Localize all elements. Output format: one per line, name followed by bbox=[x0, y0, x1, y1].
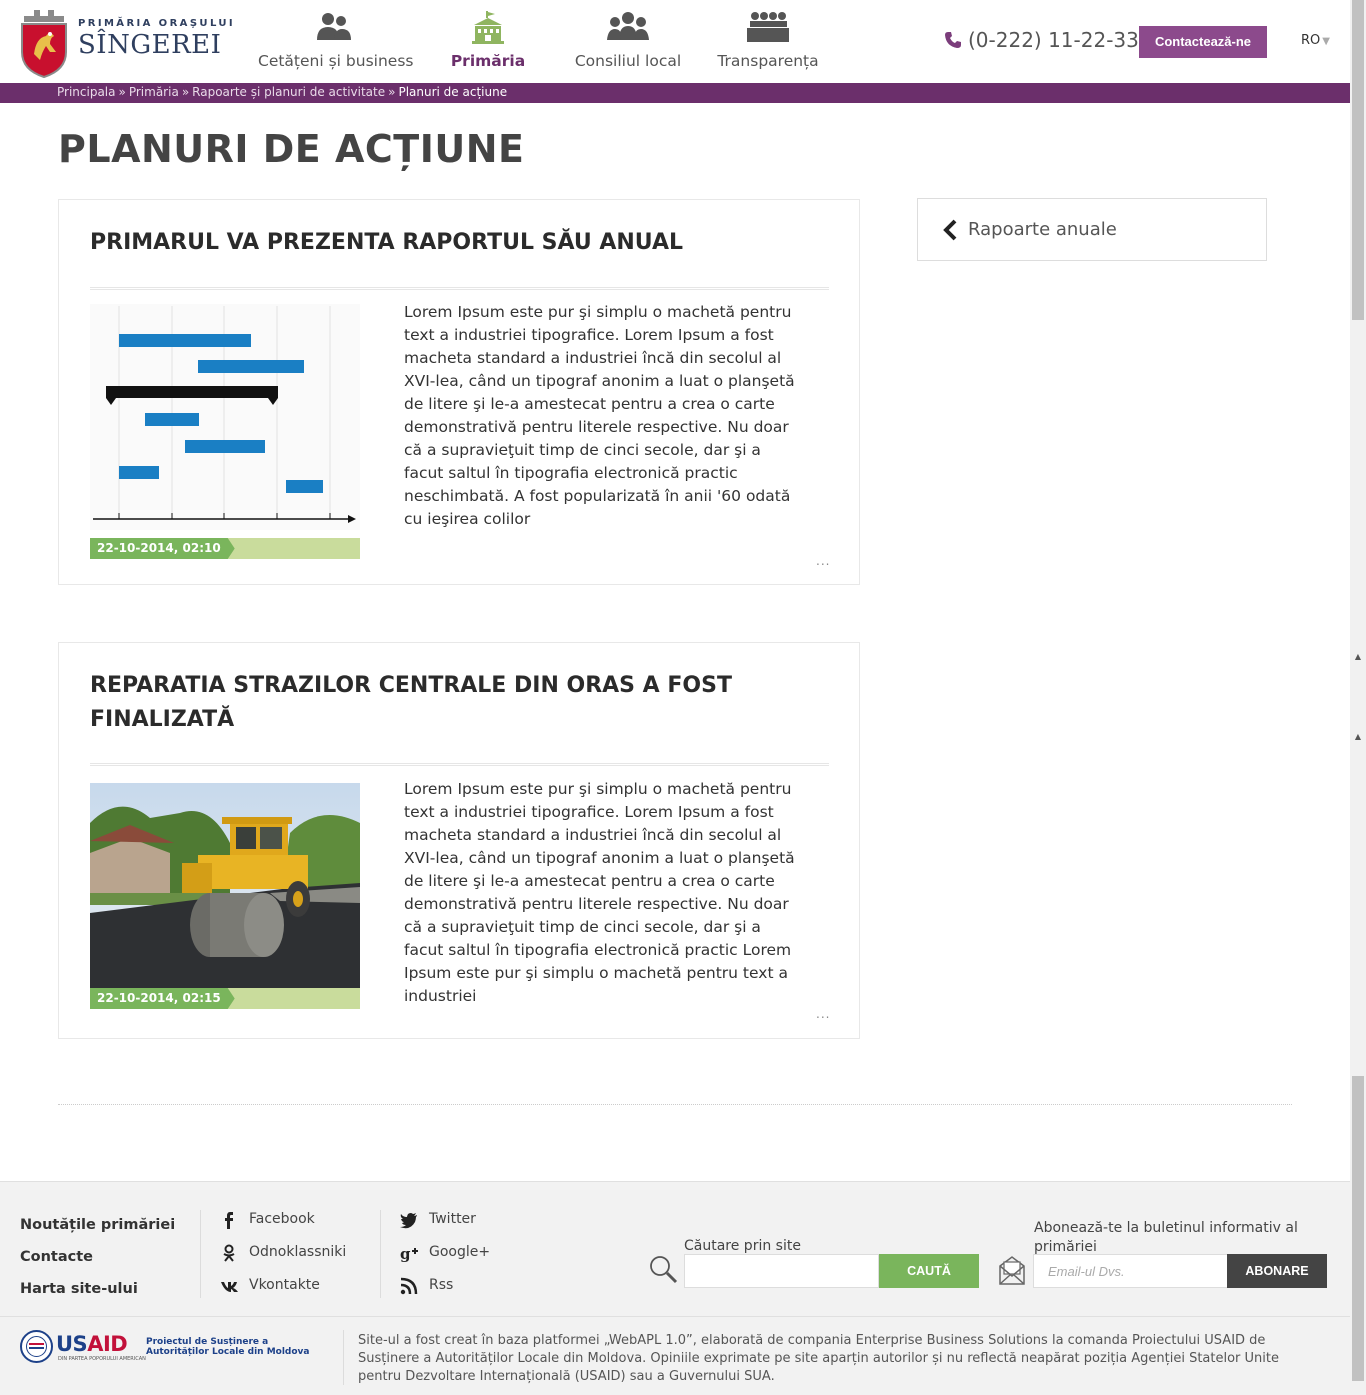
footer-link-contacts[interactable]: Contacte bbox=[20, 1249, 93, 1265]
footer-link-news[interactable]: Noutățile primăriei bbox=[20, 1217, 175, 1233]
social-label: Facebook bbox=[249, 1211, 315, 1227]
site-footer: Noutățile primăriei Contacte Harta site-… bbox=[0, 1181, 1350, 1395]
page-scrollbar[interactable]: ▲ ▲ bbox=[1350, 0, 1366, 1395]
article-excerpt: Lorem Ipsum este pur şi simplu o machetă… bbox=[404, 780, 795, 1005]
breadcrumb-bar: Principala» Primăria» Rapoarte și planuri … bbox=[0, 83, 1350, 103]
usaid-project-name: Proiectul de Susținere a Autorităților L… bbox=[146, 1337, 310, 1357]
gantt-chart-image[interactable] bbox=[90, 304, 360, 530]
breadcrumb-separator: » bbox=[388, 85, 396, 99]
footer-divider bbox=[380, 1210, 381, 1298]
footer-divider bbox=[200, 1210, 201, 1298]
twitter-icon bbox=[400, 1213, 417, 1229]
sidebar-back-label: Rapoarte anuale bbox=[968, 219, 1117, 240]
language-code: RO bbox=[1301, 33, 1321, 48]
phone-text: (0-222) 11-22-33 bbox=[968, 28, 1139, 52]
nav-label-primaria: Primăria bbox=[450, 52, 526, 70]
nav-item-primaria[interactable]: Primăria bbox=[444, 0, 532, 84]
chevron-left-icon bbox=[943, 219, 957, 241]
logo-city-name: SÎNGEREI bbox=[78, 30, 222, 60]
article-date-bar: 22-10-2014, 02:10 bbox=[90, 538, 360, 559]
article-card: PRIMARUL VA PREZENTA RAPORTUL SĂU ANUAL bbox=[58, 199, 860, 585]
social-label: Vkontakte bbox=[249, 1277, 320, 1293]
email-field[interactable] bbox=[1033, 1254, 1228, 1288]
road-roller-photo[interactable] bbox=[90, 783, 360, 988]
social-label: Rss bbox=[429, 1277, 454, 1293]
article-divider bbox=[90, 763, 829, 766]
article-excerpt: Lorem Ipsum este pur şi simplu o machetă… bbox=[404, 303, 795, 528]
scroll-up-icon[interactable]: ▲ bbox=[1353, 732, 1363, 742]
search-label: Căutare prin site bbox=[684, 1238, 801, 1254]
footer-link-sitemap[interactable]: Harta site-ului bbox=[20, 1281, 138, 1297]
footer-divider bbox=[343, 1330, 344, 1385]
scrollbar-thumb[interactable] bbox=[1352, 1076, 1364, 1381]
language-selector[interactable]: RO ▼ bbox=[1301, 33, 1330, 48]
nav-label-council: Consiliul local bbox=[574, 52, 682, 70]
nav-item-citizens[interactable]: Cetățeni și business bbox=[258, 0, 414, 84]
nav-item-transparency[interactable]: Transparența bbox=[712, 0, 824, 84]
content-divider bbox=[58, 1104, 1292, 1105]
article-card: REPARATIA STRAZILOR CENTRALE DIN ORAS A … bbox=[58, 642, 860, 1039]
read-more-link[interactable]: ... bbox=[816, 554, 830, 568]
article-divider bbox=[90, 287, 829, 290]
logo-top-text: PRIMĂRIA ORAȘULUI bbox=[78, 18, 236, 29]
vkontakte-icon bbox=[221, 1282, 238, 1292]
breadcrumb-separator: » bbox=[181, 85, 190, 99]
footer-disclaimer: Site-ul a fost creat în baza platformei … bbox=[358, 1333, 1279, 1384]
site-header: PRIMĂRIA ORAȘULUI SÎNGEREI Cetățeni și b… bbox=[0, 0, 1350, 84]
coat-of-arms-icon bbox=[21, 10, 67, 78]
svg-text:g: g bbox=[400, 1245, 411, 1262]
breadcrumb-home[interactable]: Principala bbox=[57, 85, 116, 99]
envelope-icon bbox=[999, 1256, 1025, 1285]
social-label: Odnoklassniki bbox=[249, 1244, 347, 1260]
search-input[interactable] bbox=[684, 1254, 879, 1288]
phone-icon bbox=[945, 32, 961, 48]
social-label: Twitter bbox=[429, 1211, 476, 1227]
usaid-logo[interactable]: USAID DIN PARTEA POPORULUI AMERICAN Proi… bbox=[20, 1330, 320, 1366]
breadcrumb-separator: » bbox=[118, 85, 126, 99]
article-date: 22-10-2014, 02:10 bbox=[90, 538, 235, 559]
usaid-seal-icon bbox=[20, 1330, 53, 1363]
breadcrumb: Principala» Primăria» Rapoarte și planuri … bbox=[57, 85, 507, 99]
town-hall-icon bbox=[472, 11, 504, 44]
gantt-chart-graphic bbox=[90, 304, 360, 530]
site-logo[interactable]: PRIMĂRIA ORAȘULUI SÎNGEREI bbox=[20, 8, 233, 78]
rss-icon bbox=[400, 1277, 418, 1295]
road-roller-graphic bbox=[90, 783, 360, 988]
usaid-word-aid: AID bbox=[87, 1332, 128, 1356]
breadcrumb-reports[interactable]: Rapoarte și planuri de activitate bbox=[192, 85, 385, 99]
nav-label-citizens: Cetățeni și business bbox=[258, 52, 414, 70]
usaid-word-us: US bbox=[56, 1332, 88, 1356]
chevron-down-icon: ▼ bbox=[1322, 36, 1330, 47]
search-button[interactable]: CAUTĂ bbox=[879, 1254, 979, 1288]
meeting-icon bbox=[747, 12, 789, 42]
google-plus-icon: g bbox=[400, 1245, 418, 1262]
people-icon bbox=[317, 13, 351, 40]
read-more-link[interactable]: ... bbox=[816, 1007, 830, 1021]
subscribe-button[interactable]: ABONARE bbox=[1227, 1254, 1327, 1288]
article-title[interactable]: REPARATIA STRAZILOR CENTRALE DIN ORAS A … bbox=[90, 669, 790, 737]
usaid-wordmark: USAID bbox=[56, 1332, 128, 1356]
scrollbar-thumb[interactable] bbox=[1352, 0, 1364, 320]
council-icon bbox=[607, 12, 649, 40]
nav-item-council[interactable]: Consiliul local bbox=[574, 0, 682, 84]
scroll-up-icon[interactable]: ▲ bbox=[1353, 652, 1363, 662]
contact-button[interactable]: Contactează-ne bbox=[1139, 26, 1267, 58]
page-title: PLANURI DE ACȚIUNE bbox=[58, 127, 525, 171]
breadcrumb-current: Planuri de acțiune bbox=[398, 85, 508, 99]
article-date: 22-10-2014, 02:15 bbox=[90, 988, 235, 1009]
footer-divider bbox=[0, 1316, 1350, 1317]
odnoklassniki-icon bbox=[223, 1244, 235, 1262]
article-date-bar: 22-10-2014, 02:15 bbox=[90, 988, 360, 1009]
article-title[interactable]: PRIMARUL VA PREZENTA RAPORTUL SĂU ANUAL bbox=[90, 226, 790, 260]
social-label: Google+ bbox=[429, 1244, 491, 1260]
breadcrumb-primaria[interactable]: Primăria bbox=[129, 85, 179, 99]
nav-label-transparency: Transparența bbox=[717, 52, 819, 70]
search-icon bbox=[650, 1256, 678, 1284]
newsletter-label: Abonează-te la buletinul informativ al p… bbox=[1034, 1220, 1298, 1255]
phone-number[interactable]: (0-222) 11-22-33 bbox=[944, 28, 1139, 52]
sidebar-back-link[interactable]: Rapoarte anuale bbox=[917, 198, 1267, 261]
facebook-icon bbox=[225, 1212, 233, 1229]
usaid-tagline: DIN PARTEA POPORULUI AMERICAN bbox=[58, 1356, 146, 1362]
